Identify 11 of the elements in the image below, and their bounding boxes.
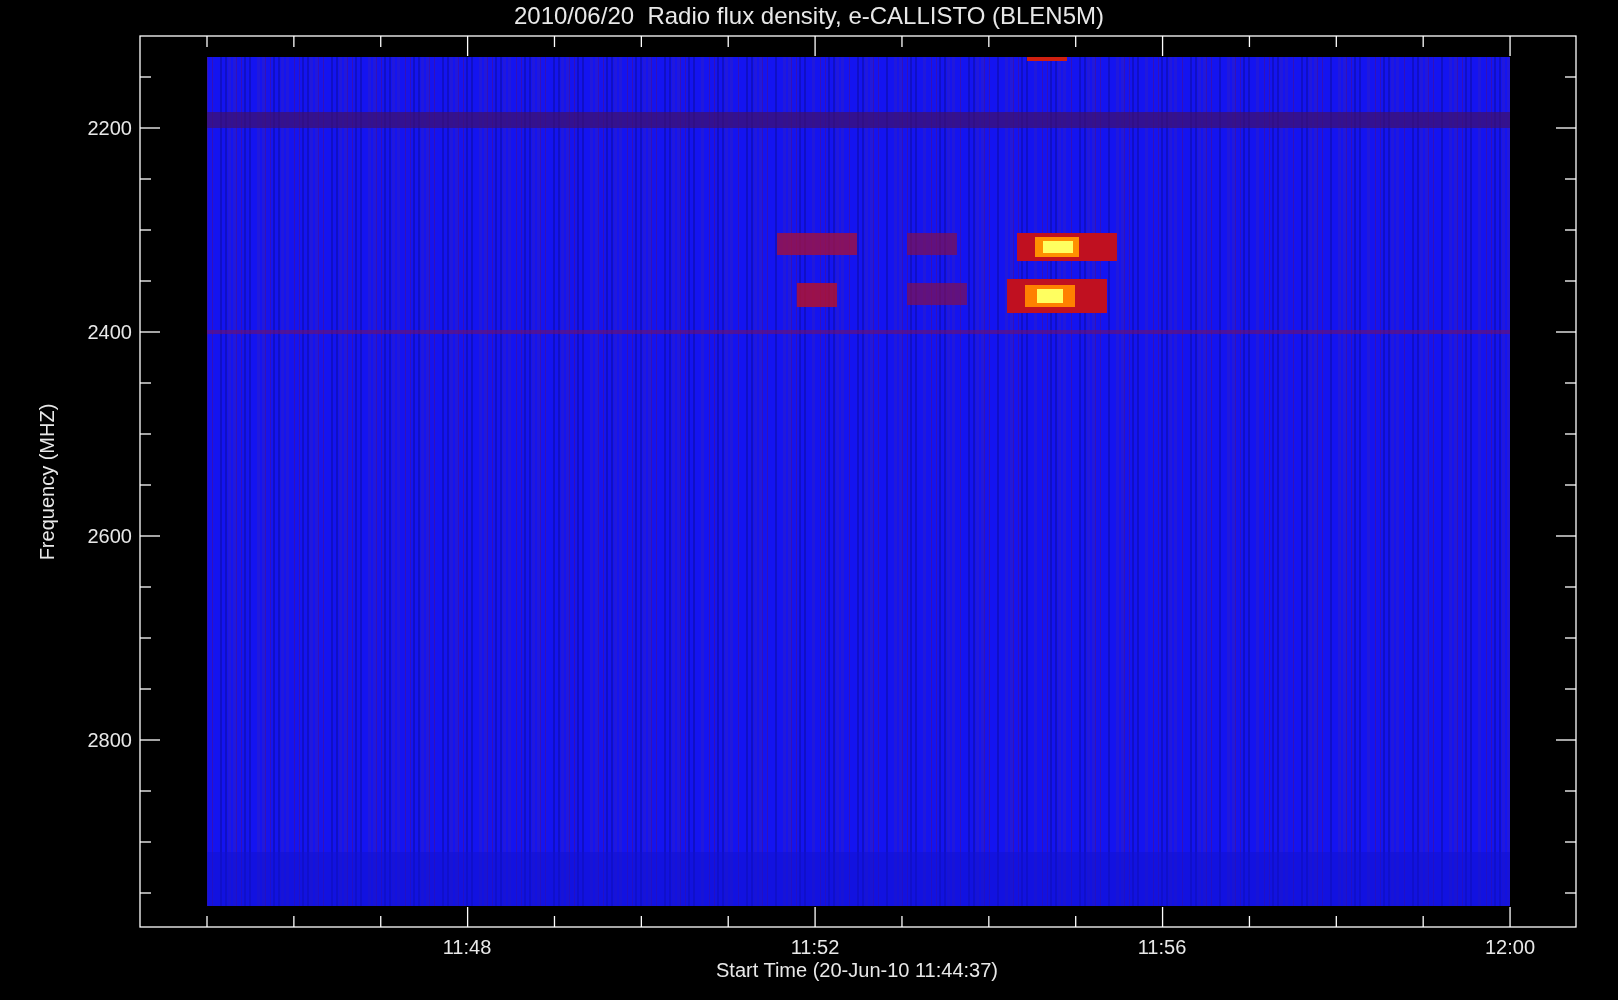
y-tick-label: 2600 <box>86 524 132 548</box>
x-tick-label: 12:00 <box>1483 935 1537 959</box>
y-tick-label: 2400 <box>86 320 132 344</box>
x-axis-label: Start Time (20-Jun-10 11:44:37) <box>715 958 999 982</box>
x-tick-label: 11:56 <box>1136 935 1188 959</box>
plot-title: 2010/06/20 Radio flux density, e-CALLISTO (BLEN5M) <box>512 1 1106 31</box>
y-tick-label: 2200 <box>86 116 132 140</box>
y-tick-label: 2800 <box>86 728 132 752</box>
y-axis-label: Frequency (MHZ) <box>35 403 59 561</box>
x-tick-label: 11:48 <box>441 935 493 959</box>
x-tick-label: 11:52 <box>789 935 841 959</box>
